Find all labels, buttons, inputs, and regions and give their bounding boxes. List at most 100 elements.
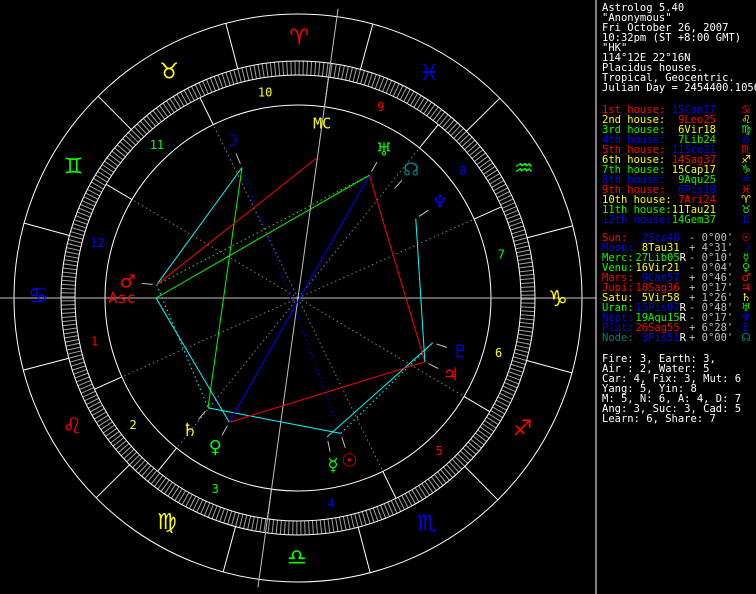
degree-tick (104, 160, 117, 170)
planet-pointer (341, 437, 346, 448)
degree-tick (337, 64, 341, 79)
degree-tick (520, 282, 535, 285)
degree-tick (511, 229, 526, 235)
sign-icon: ♊ (64, 154, 84, 179)
degree-tick (512, 233, 527, 239)
degree-tick (162, 102, 172, 115)
degree-tick (429, 106, 439, 119)
degree-tick (164, 481, 173, 495)
planet-icon: ♅ (376, 140, 392, 161)
degree-tick (382, 78, 389, 92)
degree-tick (323, 519, 327, 534)
degree-tick (462, 447, 474, 458)
degree-tick (253, 65, 258, 79)
degree-tick (466, 143, 478, 153)
degree-tick (67, 350, 82, 355)
degree-tick (513, 352, 528, 357)
degree-tick (308, 520, 310, 535)
degree-tick (509, 221, 523, 227)
degree-tick (519, 273, 534, 277)
degree-tick (133, 126, 145, 138)
house-cusp-line (473, 206, 502, 220)
degree-tick (261, 63, 265, 78)
degree-tick (361, 511, 367, 526)
degree-tick (209, 77, 216, 92)
house-cusp: 14Gem37 (671, 214, 716, 226)
degree-tick (363, 71, 369, 86)
degree-tick (315, 520, 318, 535)
planet-pointer (394, 179, 403, 189)
planet-pointer (235, 153, 241, 165)
degree-tick (269, 62, 273, 77)
degree-tick (520, 278, 535, 281)
degree-tick (435, 111, 446, 124)
sign-boundary (23, 222, 70, 237)
degree-tick (517, 253, 531, 258)
planet-pointer (428, 363, 439, 369)
degree-tick (459, 450, 471, 461)
aspect-line-sex (155, 297, 230, 423)
degree-tick (239, 513, 244, 528)
degree-tick (130, 129, 142, 140)
degree-tick (271, 519, 275, 534)
house-cusp-line (297, 147, 420, 299)
degree-tick (70, 361, 85, 367)
degree-tick (446, 464, 457, 476)
sign-boundary (527, 225, 573, 239)
degree-tick (278, 61, 281, 76)
degree-tick (147, 470, 158, 482)
house-number: 3 (212, 482, 219, 496)
degree-tick (217, 74, 224, 89)
degree-tick (112, 437, 125, 447)
sign-boundary (23, 357, 69, 371)
degree-tick (467, 441, 480, 452)
house-cusp-line (157, 447, 177, 472)
degree-tick (518, 261, 533, 265)
degree-tick (144, 467, 155, 480)
retrograde-marker: R (679, 332, 686, 344)
degree-tick (62, 323, 77, 327)
degree-tick (119, 141, 131, 152)
degree-tick (327, 518, 331, 533)
sign-icon: ♎ (287, 545, 307, 570)
julian-day: Julian Day = 2454400.1056 (602, 82, 756, 94)
degree-tick (314, 61, 317, 76)
house-number: 5 (435, 444, 442, 458)
degree-tick (342, 516, 347, 531)
degree-tick (456, 130, 467, 142)
sign-boundary (225, 23, 239, 69)
degree-tick (423, 101, 432, 115)
planet-pointer (221, 425, 228, 436)
degree-tick (318, 61, 321, 76)
degree-tick (510, 363, 525, 369)
planet-icon: ♇ (452, 341, 468, 362)
aspect-line-sex (156, 284, 209, 409)
sign-icon: ♈ (289, 26, 309, 51)
degree-tick (107, 430, 120, 441)
house-cusp-line (131, 199, 299, 299)
degree-tick (215, 506, 222, 521)
planet-icon: ♂ (120, 272, 136, 293)
degree-tick (335, 517, 339, 532)
degree-tick (514, 241, 529, 246)
degree-tick (235, 512, 240, 527)
degree-tick (146, 115, 156, 127)
degree-tick (515, 245, 530, 250)
degree-tick (73, 369, 87, 375)
degree-tick (517, 333, 532, 337)
degree-tick (115, 440, 127, 450)
degree-tick (344, 66, 349, 81)
degree-tick (231, 511, 236, 526)
sign-icon: ♑ (548, 287, 568, 312)
degree-tick (506, 374, 521, 381)
sign-icon: ♐ (513, 417, 533, 442)
degree-tick (286, 61, 288, 76)
degree-tick (475, 432, 487, 442)
degree-tick (78, 207, 92, 214)
degree-tick (504, 209, 519, 216)
degree-tick (510, 225, 524, 231)
sign-icon: ♒ (514, 157, 534, 182)
degree-tick (512, 356, 527, 361)
degree-tick (306, 61, 308, 76)
degree-tick (152, 110, 162, 122)
